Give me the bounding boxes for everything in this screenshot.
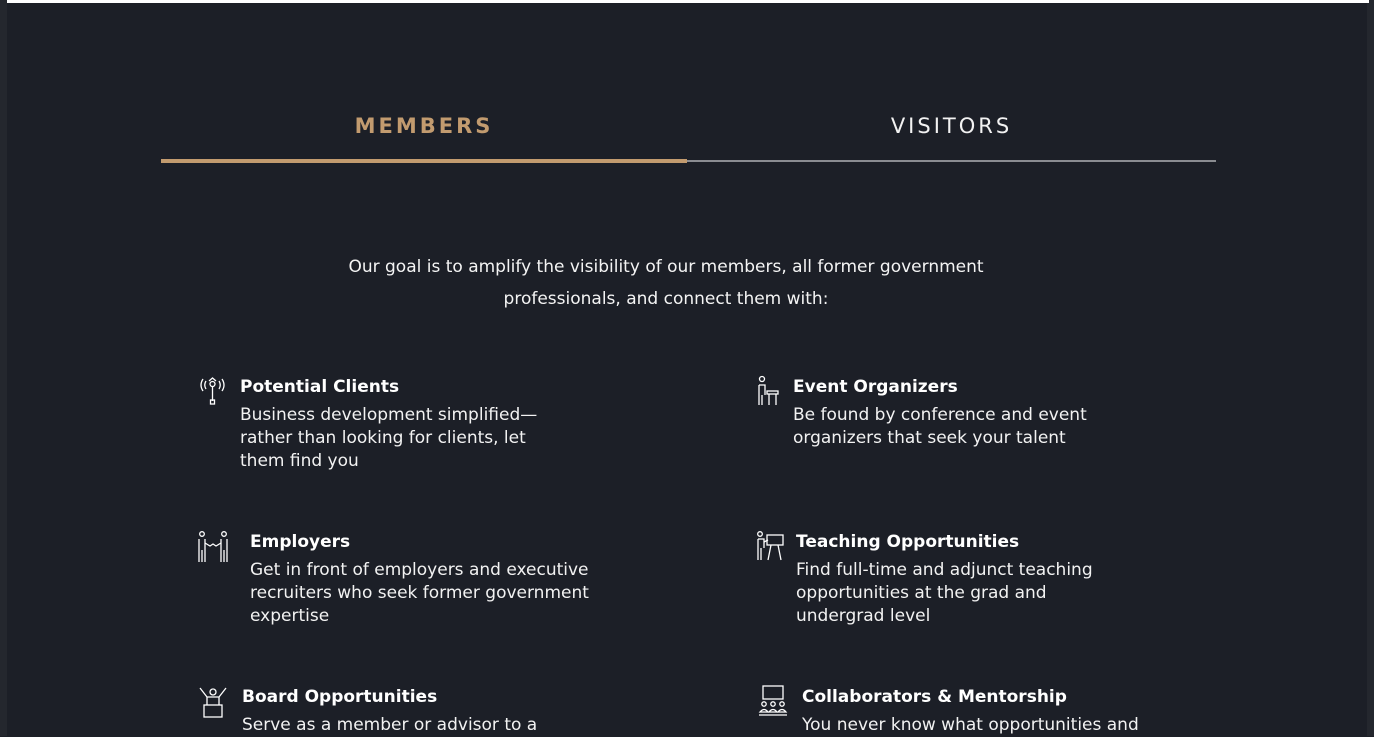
window-frame-left xyxy=(0,0,7,736)
feature-potential-clients: Potential Clients Business development s… xyxy=(197,375,597,475)
window-frame-right xyxy=(1367,0,1374,736)
feature-employers: Employers Get in front of employers and … xyxy=(197,530,617,630)
feature-description: Be found by conference and event organiz… xyxy=(793,405,1087,448)
feature-event-organizers: Event Organizers Be found by conference … xyxy=(756,375,1156,475)
intro-line-1: Our goal is to amplify the visibility of… xyxy=(348,257,984,277)
feature-teaching-opportunities: Teaching Opportunities Find full-time an… xyxy=(756,530,1176,630)
feature-board-opportunities: Board Opportunities Serve as a member or… xyxy=(197,685,597,736)
handshake-icon xyxy=(197,530,231,564)
feature-description: Get in front of employers and executive … xyxy=(250,560,589,626)
top-strip xyxy=(7,0,1369,3)
feature-title: Board Opportunities xyxy=(242,687,438,707)
audience-screen-icon xyxy=(756,685,790,719)
feature-description: Business development simplified—rather t… xyxy=(240,405,538,471)
intro-line-2: professionals, and connect them with: xyxy=(503,289,829,309)
teacher-board-icon xyxy=(756,530,790,564)
tab-visitors[interactable]: VISITORS xyxy=(687,114,1216,144)
podium-person-icon xyxy=(197,685,231,719)
tab-members[interactable]: MEMBERS xyxy=(161,114,687,144)
feature-title: Potential Clients xyxy=(240,377,400,397)
intro-text: Our goal is to amplify the visibility of… xyxy=(300,251,1032,315)
feature-title: Collaborators & Mentorship xyxy=(802,687,1067,707)
active-tab-indicator xyxy=(161,159,687,163)
feature-title: Employers xyxy=(250,532,351,552)
feature-description: Serve as a member or advisor to a xyxy=(242,715,538,735)
feature-title: Teaching Opportunities xyxy=(796,532,1020,552)
speaker-podium-icon xyxy=(756,375,790,409)
feature-collaborators-mentorship: Collaborators & Mentorship You never kno… xyxy=(756,685,1176,736)
feature-description: You never know what opportunities and xyxy=(802,715,1139,735)
feature-title: Event Organizers xyxy=(793,377,958,397)
broadcast-icon xyxy=(197,375,231,409)
feature-description: Find full-time and adjunct teaching oppo… xyxy=(796,560,1093,626)
